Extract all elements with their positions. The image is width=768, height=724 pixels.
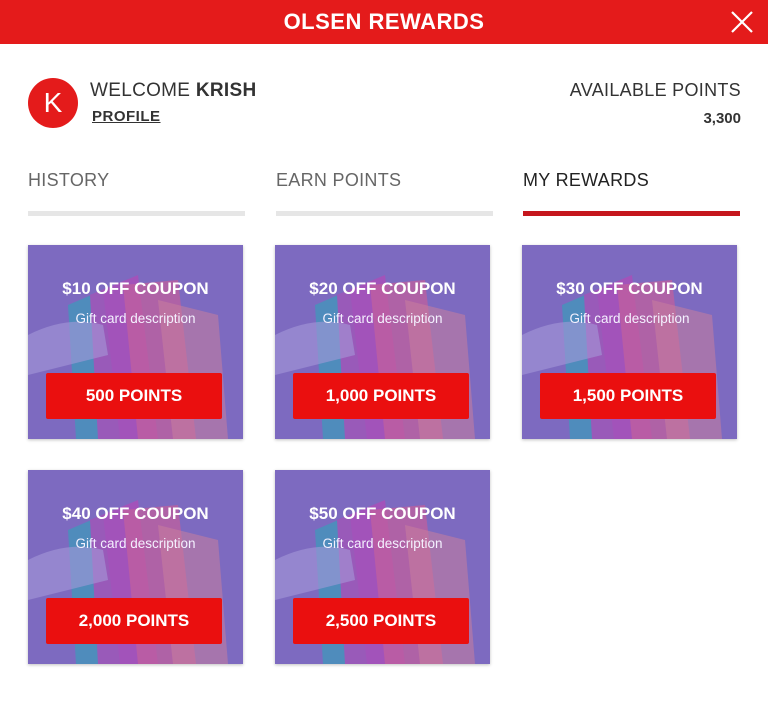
redeem-button[interactable]: 1,500 POINTS (540, 373, 716, 419)
points-value: 3,300 (703, 110, 741, 127)
reward-card-10: $10 OFF COUPON Gift card description 500… (28, 245, 243, 439)
reward-card-20: $20 OFF COUPON Gift card description 1,0… (275, 245, 490, 439)
welcome-text: WELCOME KRISH (90, 80, 257, 102)
close-button[interactable] (726, 6, 758, 38)
card-description: Gift card description (322, 536, 443, 551)
tab-history[interactable]: HISTORY (28, 170, 245, 216)
redeem-button[interactable]: 2,000 POINTS (46, 598, 222, 644)
tab-my-rewards[interactable]: MY REWARDS (523, 170, 740, 216)
user-name: KRISH (195, 80, 257, 101)
card-title: $40 OFF COUPON (62, 504, 209, 523)
card-title: $50 OFF COUPON (309, 504, 456, 523)
app-title: OLSEN REWARDS (283, 9, 485, 34)
tab-label: MY REWARDS (523, 170, 650, 190)
redeem-button[interactable]: 2,500 POINTS (293, 598, 469, 644)
reward-card-40: $40 OFF COUPON Gift card description 2,0… (28, 470, 243, 664)
reward-card-50: $50 OFF COUPON Gift card description 2,5… (275, 470, 490, 664)
card-description: Gift card description (75, 536, 196, 551)
avatar: K (28, 78, 78, 128)
tab-label: HISTORY (28, 170, 110, 190)
available-points: AVAILABLE POINTS 3,300 (570, 80, 741, 127)
card-title: $30 OFF COUPON (556, 279, 703, 298)
user-info: K WELCOME KRISH PROFILE (28, 78, 257, 128)
points-label: AVAILABLE POINTS (569, 80, 741, 100)
tab-indicator (28, 211, 245, 216)
reward-card-30: $30 OFF COUPON Gift card description 1,5… (522, 245, 737, 439)
card-description: Gift card description (75, 311, 196, 326)
card-title: $10 OFF COUPON (62, 279, 209, 298)
tab-label: EARN POINTS (276, 170, 402, 190)
card-description: Gift card description (322, 311, 443, 326)
redeem-button[interactable]: 500 POINTS (46, 373, 222, 419)
tab-indicator (523, 211, 740, 216)
close-icon (731, 11, 753, 33)
header-bar: OLSEN REWARDS (0, 0, 768, 44)
card-description: Gift card description (569, 311, 690, 326)
welcome-prefix: WELCOME (90, 80, 191, 101)
tab-indicator (276, 211, 493, 216)
redeem-button[interactable]: 1,000 POINTS (293, 373, 469, 419)
profile-link[interactable]: PROFILE (92, 108, 161, 125)
card-title: $20 OFF COUPON (309, 279, 456, 298)
tab-earn-points[interactable]: EARN POINTS (276, 170, 493, 216)
